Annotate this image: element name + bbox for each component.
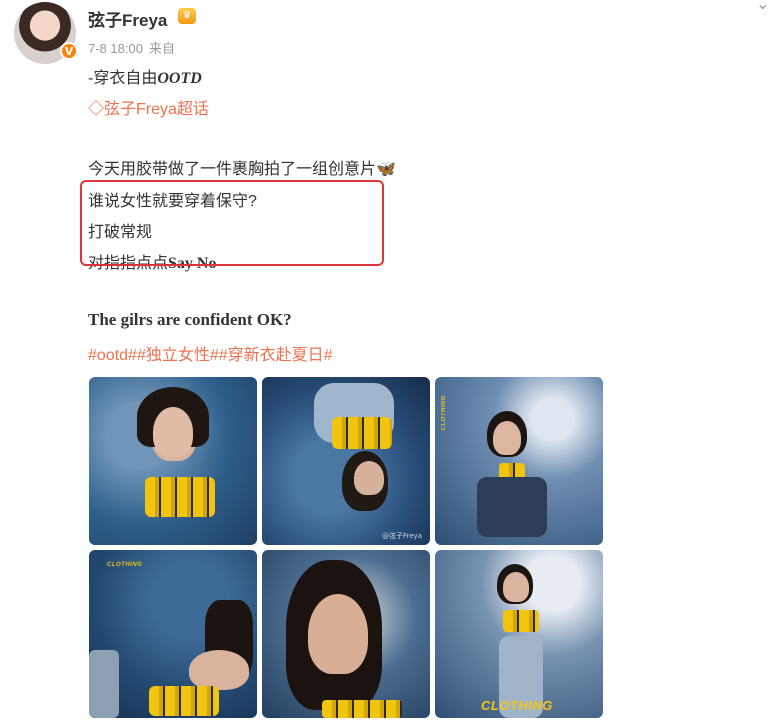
photo-caption-bottom: CLOTHING bbox=[481, 698, 553, 713]
diamond-icon: ◇ bbox=[88, 101, 105, 118]
username-link[interactable]: 弦子Freya bbox=[88, 6, 167, 31]
post-date[interactable]: 7-8 18:00 bbox=[88, 41, 143, 56]
highlight-box bbox=[80, 180, 384, 266]
photo-watermark: @弦子Freya bbox=[382, 532, 422, 540]
topic-link-label: 弦子Freya超话 bbox=[104, 101, 209, 118]
post-text-line-1: 今天用胶带做了一件裹胸拍了一组创意片🦋 bbox=[88, 155, 396, 179]
title-prefix: -穿衣自由 bbox=[88, 70, 158, 87]
title-emphasis: OOTD bbox=[157, 70, 202, 87]
post-title: -穿衣自由OOTD bbox=[88, 64, 202, 88]
topic-link[interactable]: ◇弦子Freya超话 bbox=[88, 95, 209, 119]
post-meta: 7-8 18:00 来自 bbox=[88, 38, 181, 57]
photo-1[interactable] bbox=[89, 377, 257, 545]
post-text-line-5: The gilrs are confident OK? bbox=[88, 310, 292, 329]
photo-6[interactable]: CLOTHING bbox=[435, 550, 603, 718]
line1-text: 今天用胶带做了一件裹胸拍了一组创意片 bbox=[88, 161, 377, 178]
hashtags-link[interactable]: #ootd##独立女性##穿新衣赴夏日# bbox=[88, 341, 333, 365]
photo-4[interactable]: CLOTHING bbox=[89, 550, 257, 718]
chevron-down-icon[interactable]: ⌄ bbox=[756, 0, 769, 13]
verified-badge-icon: V bbox=[60, 42, 78, 60]
photo-caption-vertical: CLOTHING bbox=[441, 395, 447, 431]
post-source: 来自 bbox=[148, 41, 175, 56]
photo-caption-top: CLOTHING bbox=[107, 562, 143, 568]
avatar[interactable]: V bbox=[14, 2, 78, 64]
photo-2[interactable]: @弦子Freya bbox=[262, 377, 430, 545]
butterfly-icon: 🦋 bbox=[376, 161, 396, 178]
crown-icon[interactable]: ♛ bbox=[178, 8, 196, 24]
photo-5[interactable] bbox=[262, 550, 430, 718]
photo-3[interactable]: CLOTHING bbox=[435, 377, 603, 545]
